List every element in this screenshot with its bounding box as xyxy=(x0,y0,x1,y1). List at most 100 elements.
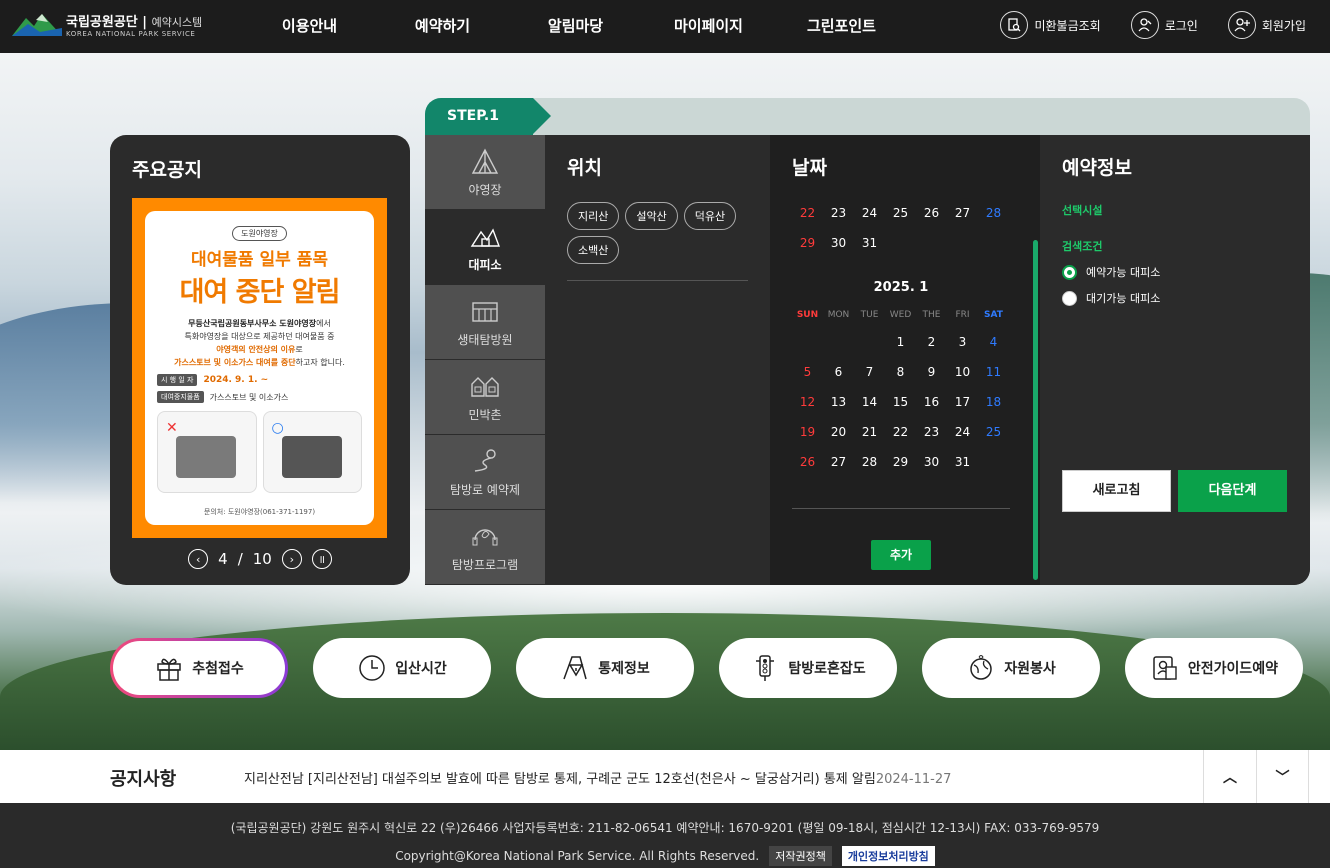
chip-seoraksan[interactable]: 설악산 xyxy=(625,202,678,230)
calendar-day[interactable]: 25 xyxy=(885,206,916,220)
shelter-icon xyxy=(470,227,501,247)
next-step-button[interactable]: 다음단계 xyxy=(1178,470,1287,512)
calendar-day[interactable]: 16 xyxy=(916,395,947,409)
chevron-up-icon[interactable]: ︿ xyxy=(1203,750,1256,803)
pause-icon[interactable]: ॥ xyxy=(311,549,332,569)
radio-unchecked-icon xyxy=(1062,290,1077,306)
signup-label: 회원가입 xyxy=(1261,18,1306,33)
safety-guide-button[interactable]: 안전가이드예약 xyxy=(1125,638,1303,698)
date-section: 날짜 22 23 24 25 26 27 28 29 30 31 2025. 1… xyxy=(770,135,1040,585)
category-shelter[interactable]: 대피소 xyxy=(425,210,545,285)
chip-deogyusan[interactable]: 덕유산 xyxy=(683,202,737,230)
radio-waiting[interactable]: 대기가능 대피소 xyxy=(1062,290,1288,306)
calendar-day[interactable]: 24 xyxy=(854,206,885,220)
location-title: 위치 xyxy=(567,157,602,179)
calendar-day[interactable]: 28 xyxy=(854,455,885,469)
refresh-button[interactable]: 새로고침 xyxy=(1062,470,1171,512)
step-tab: STEP.1 xyxy=(425,98,1310,135)
nav-mypage[interactable]: 마이페이지 xyxy=(642,0,775,53)
calendar-day[interactable]: 22 xyxy=(792,206,823,220)
weekday-label: SUN xyxy=(796,310,819,320)
weekday-label: THE xyxy=(922,310,941,320)
nav-greenpoint[interactable]: 그린포인트 xyxy=(775,0,908,53)
calendar-day[interactable]: 5 xyxy=(792,365,823,379)
next-icon[interactable]: › xyxy=(281,549,302,569)
calendar-day[interactable]: 11 xyxy=(978,365,1009,379)
notice-poster[interactable]: 도원야영장 대여물품 일부 품목 대여 중단 알림 무등산국립공원동부사무소 도… xyxy=(132,198,387,538)
volunteer-button[interactable]: 자원봉사 xyxy=(922,638,1100,698)
tent-icon xyxy=(471,147,499,174)
calendar-day[interactable]: 6 xyxy=(823,365,854,379)
calendar-day[interactable]: 7 xyxy=(854,365,885,379)
calendar-day[interactable]: 15 xyxy=(885,395,916,409)
category-trail-reservation[interactable]: 탐방로 예약제 xyxy=(425,435,545,510)
signup-link[interactable]: 회원가입 xyxy=(1227,11,1306,39)
calendar-day[interactable]: 14 xyxy=(854,395,885,409)
footer-address: (국립공원공단) 강원도 원주시 혁신로 22 (우)26466 사업자등록번호… xyxy=(230,821,1100,835)
main-notice-title: 주요공지 xyxy=(132,159,202,181)
quick-menu: 추첨접수 입산시간 통제정보 탐방로혼잡도 자원봉사 안전가이드예약 xyxy=(110,638,1310,698)
nav-notice[interactable]: 알림마당 xyxy=(509,0,642,53)
copyright-policy-link[interactable]: 저작권정책 xyxy=(769,846,832,866)
login-link[interactable]: 로그인 xyxy=(1130,11,1198,39)
category-eco-center[interactable]: 생태탐방원 xyxy=(425,285,545,360)
calendar-day[interactable]: 9 xyxy=(916,365,947,379)
nav-reserve[interactable]: 예약하기 xyxy=(376,0,509,53)
calendar-day[interactable]: 24 xyxy=(947,425,978,439)
calendar-day[interactable]: 1 xyxy=(885,335,916,349)
scrollbar[interactable] xyxy=(1033,240,1038,580)
search-condition-label: 검색조건 xyxy=(1062,240,1103,253)
chip-sobaeksan[interactable]: 소백산 xyxy=(567,236,620,264)
privacy-policy-link[interactable]: 개인정보처리방침 xyxy=(841,846,935,866)
calendar-day[interactable]: 31 xyxy=(854,236,885,250)
category-program[interactable]: 탐방프로그램 xyxy=(425,510,545,585)
prev-icon[interactable]: ‹ xyxy=(188,549,209,569)
trail-congestion-button[interactable]: 탐방로혼잡도 xyxy=(719,638,897,698)
calendar-day[interactable]: 25 xyxy=(978,425,1009,439)
calendar-day[interactable]: 10 xyxy=(947,365,978,379)
category-campsite[interactable]: 야영장 xyxy=(425,135,545,210)
calendar-day[interactable]: 18 xyxy=(978,395,1009,409)
calendar-day[interactable]: 30 xyxy=(916,455,947,469)
add-button[interactable]: 추가 xyxy=(871,540,931,570)
control-info-button[interactable]: 통제정보 xyxy=(516,638,694,698)
lottery-button[interactable]: 추첨접수 xyxy=(110,638,288,698)
calendar-day[interactable]: 23 xyxy=(916,425,947,439)
refund-lookup-link[interactable]: 미환불금조회 xyxy=(1000,11,1101,39)
calendar-day[interactable]: 19 xyxy=(792,425,823,439)
calendar-day[interactable]: 26 xyxy=(916,206,947,220)
calendar-day[interactable]: 13 xyxy=(823,395,854,409)
logo-english: KOREA NATIONAL PARK SERVICE xyxy=(66,29,196,38)
radio-available[interactable]: 예약가능 대피소 xyxy=(1062,264,1288,280)
calendar-day[interactable]: 17 xyxy=(947,395,978,409)
calendar-day[interactable]: 28 xyxy=(978,206,1009,220)
calendar-day[interactable]: 23 xyxy=(823,206,854,220)
globe-hands-icon xyxy=(970,655,992,680)
calendar-day[interactable]: 31 xyxy=(947,455,978,469)
traffic-light-icon xyxy=(756,655,775,681)
entry-time-button[interactable]: 입산시간 xyxy=(313,638,491,698)
chip-jirisan[interactable]: 지리산 xyxy=(567,202,620,230)
calendar-day[interactable]: 30 xyxy=(823,236,854,250)
category-minbak[interactable]: 민박촌 xyxy=(425,360,545,435)
nav-guide[interactable]: 이용안내 xyxy=(243,0,376,53)
poster-items-label: 대여중지물품 xyxy=(157,391,204,403)
calendar-day[interactable]: 27 xyxy=(823,455,854,469)
calendar-day[interactable]: 29 xyxy=(792,236,823,250)
date-title: 날짜 xyxy=(792,157,827,179)
calendar-day[interactable]: 12 xyxy=(792,395,823,409)
calendar-day[interactable]: 27 xyxy=(947,206,978,220)
calendar-day[interactable]: 2 xyxy=(916,335,947,349)
poster-heading-1: 대여물품 일부 품목 xyxy=(191,250,328,270)
calendar-day[interactable]: 4 xyxy=(978,335,1009,349)
notice-ticker-message[interactable]: 지리산전남 [지리산전남] 대설주의보 발효에 따른 탐방로 통제, 구례군 군… xyxy=(244,768,951,787)
calendar-day[interactable]: 3 xyxy=(947,335,978,349)
calendar-day[interactable]: 26 xyxy=(792,455,823,469)
calendar-day[interactable]: 29 xyxy=(885,455,916,469)
calendar-day[interactable]: 8 xyxy=(885,365,916,379)
calendar-day[interactable]: 20 xyxy=(823,425,854,439)
calendar-day[interactable]: 22 xyxy=(885,425,916,439)
logo[interactable]: 국립공원공단 | 예약시스템 KOREA NATIONAL PARK SERVI… xyxy=(12,10,202,38)
chevron-down-icon[interactable]: ﹀ xyxy=(1256,750,1309,803)
calendar-day[interactable]: 21 xyxy=(854,425,885,439)
